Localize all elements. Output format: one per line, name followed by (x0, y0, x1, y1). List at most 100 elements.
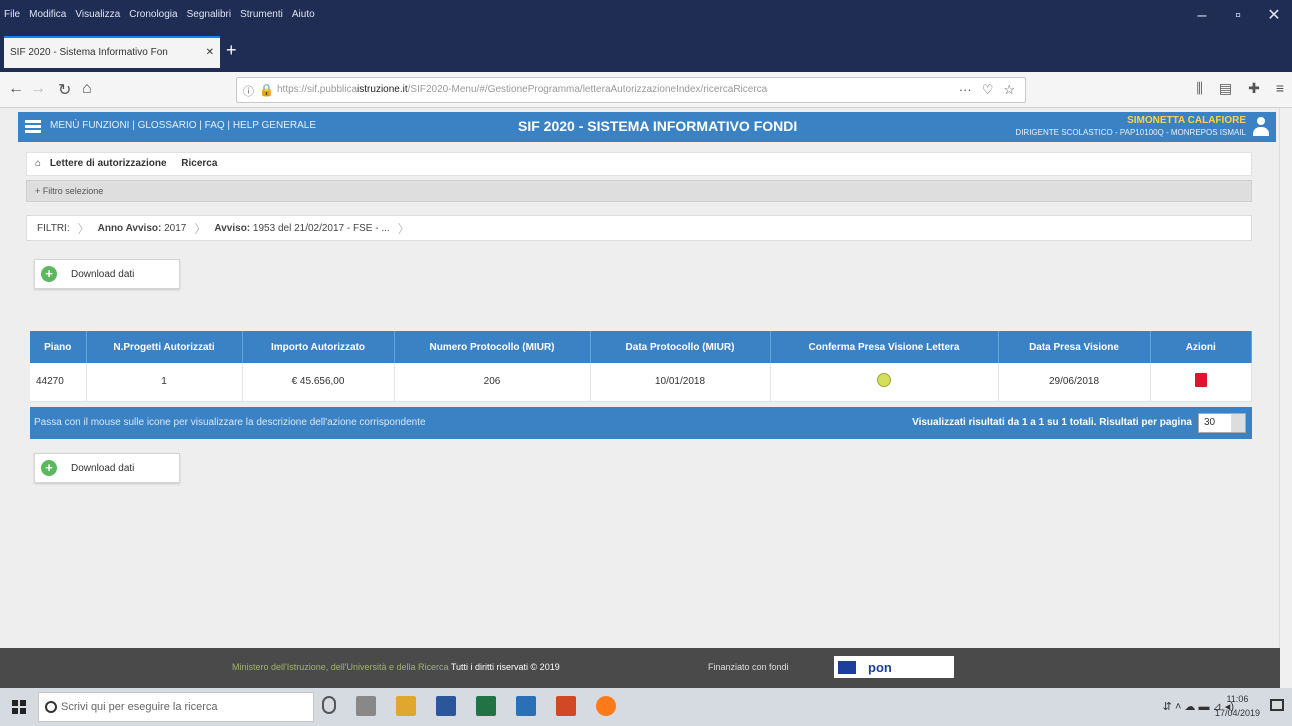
browser-menubar: File Modifica Visualizza Cronologia Segn… (0, 0, 1292, 32)
user-icon[interactable] (1252, 117, 1270, 137)
col-numero-protocollo[interactable]: Numero Protocollo (MIUR) (394, 331, 591, 363)
sidebar-icon[interactable]: ▤ (1219, 80, 1232, 97)
page-scrollbar[interactable] (1279, 108, 1292, 688)
menu-icon[interactable] (25, 120, 41, 133)
cell-data-protocollo: 10/01/2018 (590, 363, 771, 402)
dropdown-arrow-icon[interactable] (1231, 414, 1245, 432)
breadcrumb-section[interactable]: Lettere di autorizzazione (50, 158, 167, 169)
browser-tab[interactable]: SIF 2020 - Sistema Informativo Fon ✕ (4, 36, 220, 68)
plus-circle-icon: + (41, 266, 57, 282)
confirm-view-icon[interactable] (877, 373, 891, 388)
minimize-icon[interactable]: – (1184, 0, 1220, 32)
library-icon[interactable]: ⫼ (1196, 80, 1202, 97)
info-icon[interactable]: ⓘ (243, 83, 254, 99)
taskbar-search-placeholder: Scrivi qui per eseguire la ricerca (61, 701, 218, 713)
windows-taskbar: Scrivi qui per eseguire la ricerca ⇵ ˄ ☁… (0, 688, 1292, 726)
footer-financed: Finanziato con fondi (708, 662, 789, 672)
filter-avviso-label: Avviso: (214, 222, 251, 234)
lock-icon: 🔒 (259, 83, 274, 97)
menu-visualizza[interactable]: Visualizza (75, 9, 120, 20)
user-role: DIRIGENTE SCOLASTICO - PAP10100Q - MONRE… (1015, 128, 1246, 137)
eu-flag-icon (838, 660, 856, 674)
breadcrumb-page: Ricerca (181, 158, 218, 169)
col-piano[interactable]: Piano (30, 331, 87, 363)
window-controls: – ▫ ✕ (1184, 0, 1292, 32)
menu-strumenti[interactable]: Strumenti (240, 9, 283, 20)
app-title: SIF 2020 - SISTEMA INFORMATIVO FONDI (518, 118, 798, 134)
download-data-button-top[interactable]: + Download dati (34, 259, 180, 289)
browser-navbar: ← → ↻ ⌂ ⓘ 🔒 https://sif.pubblicaistruzio… (0, 72, 1292, 108)
url-bar[interactable]: ⓘ 🔒 https://sif.pubblicaistruzione.it/SI… (236, 77, 1026, 103)
reload-icon[interactable]: ↻ (58, 80, 71, 100)
table-footer: Passa con il mouse sulle icone per visua… (30, 407, 1252, 439)
cell-data-presa-visione: 29/06/2018 (998, 363, 1151, 402)
firefox-icon[interactable] (596, 696, 616, 716)
chevron-right-icon: 〉 (77, 221, 90, 236)
download-label: Download dati (71, 268, 135, 280)
notifications-icon[interactable] (1270, 699, 1284, 711)
toolbar-right: ⫼ ▤ ✚ ≡ (1196, 80, 1284, 97)
breadcrumb: ⌂ Lettere di autorizzazione Ricerca (26, 152, 1252, 176)
col-importo[interactable]: Importo Autorizzato (242, 331, 395, 363)
filter-anno-value[interactable]: 2017 (164, 223, 186, 234)
cell-azioni (1150, 363, 1252, 402)
cell-conferma-presa-visione (770, 363, 999, 402)
extension-icon[interactable]: ✚ (1248, 80, 1260, 97)
pdf-icon[interactable] (1194, 373, 1207, 388)
page-footer: Ministero dell'Istruzione, dell'Universi… (0, 648, 1280, 688)
home-icon[interactable]: ⌂ (82, 80, 92, 98)
back-icon[interactable]: ← (8, 80, 24, 98)
task-view-icon[interactable] (356, 696, 376, 716)
browser-tabstrip: SIF 2020 - Sistema Informativo Fon ✕ + (0, 32, 1292, 72)
tab-close-icon[interactable]: ✕ (206, 47, 214, 59)
results-count: Visualizzati risultati da 1 a 1 su 1 tot… (912, 417, 1192, 428)
clock-time: 11:06 (1226, 694, 1249, 704)
restore-icon[interactable]: ▫ (1220, 0, 1256, 32)
app-menu-links[interactable]: MENÙ FUNZIONI | GLOSSARIO | FAQ | HELP G… (50, 120, 316, 131)
col-data-protocollo[interactable]: Data Protocollo (MIUR) (590, 331, 771, 363)
app-header: MENÙ FUNZIONI | GLOSSARIO | FAQ | HELP G… (18, 112, 1276, 142)
file-explorer-icon[interactable] (396, 696, 416, 716)
taskbar-apps (322, 696, 616, 716)
home-breadcrumb-icon[interactable]: ⌂ (35, 158, 41, 169)
menu-cronologia[interactable]: Cronologia (129, 9, 177, 20)
col-conferma-presa-visione[interactable]: Conferma Presa Visione Lettera (770, 331, 999, 363)
powerpoint-icon[interactable] (556, 696, 576, 716)
word-icon[interactable] (436, 696, 456, 716)
url-text: https://sif.pubblicaistruzione.it/SIF202… (277, 84, 768, 95)
col-data-presa-visione[interactable]: Data Presa Visione (998, 331, 1151, 363)
menu-segnalibri[interactable]: Segnalibri (187, 9, 231, 20)
publisher-icon[interactable] (516, 696, 536, 716)
close-icon[interactable]: ✕ (1256, 0, 1292, 32)
excel-icon[interactable] (476, 696, 496, 716)
page-actions-icon[interactable]: ··· (959, 82, 972, 98)
menu-modifica[interactable]: Modifica (29, 9, 66, 20)
new-tab-icon[interactable]: + (226, 40, 237, 60)
filters-label: FILTRI: (37, 222, 70, 234)
windows-start-icon[interactable] (12, 700, 26, 714)
bookmark-star-icon[interactable]: ☆ (1003, 82, 1015, 98)
menu-file[interactable]: File (4, 9, 20, 20)
filter-toggle[interactable]: + Filtro selezione (26, 180, 1252, 202)
url-tools: ··· ♡ ☆ (959, 82, 1015, 98)
download-data-button-bottom[interactable]: + Download dati (34, 453, 180, 483)
filter-anno-label: Anno Avviso: (97, 222, 162, 234)
per-page-select[interactable]: 30 (1198, 413, 1246, 433)
pocket-icon[interactable]: ♡ (982, 82, 994, 98)
active-filters: FILTRI: 〉 Anno Avviso: 2017 〉 Avviso: 19… (26, 215, 1252, 241)
pon-logo-text: pon (868, 659, 892, 675)
menu-aiuto[interactable]: Aiuto (292, 9, 315, 20)
col-azioni: Azioni (1150, 331, 1252, 363)
forward-icon[interactable]: → (30, 80, 46, 98)
hamburger-menu-icon[interactable]: ≡ (1276, 80, 1284, 97)
cell-piano: 44270 (30, 363, 87, 402)
filter-avviso-value[interactable]: 1953 del 21/02/2017 - FSE - ... (253, 223, 390, 234)
plus-circle-icon: + (41, 460, 57, 476)
taskbar-clock[interactable]: 11:06 17/04/2019 (1215, 692, 1260, 720)
col-n-progetti[interactable]: N.Progetti Autorizzati (86, 331, 243, 363)
taskbar-search-input[interactable]: Scrivi qui per eseguire la ricerca (38, 692, 314, 722)
table-hint: Passa con il mouse sulle icone per visua… (34, 417, 426, 428)
clock-date: 17/04/2019 (1214, 708, 1260, 718)
cortana-mic-icon[interactable] (322, 696, 336, 714)
cell-numero-protocollo: 206 (394, 363, 591, 402)
